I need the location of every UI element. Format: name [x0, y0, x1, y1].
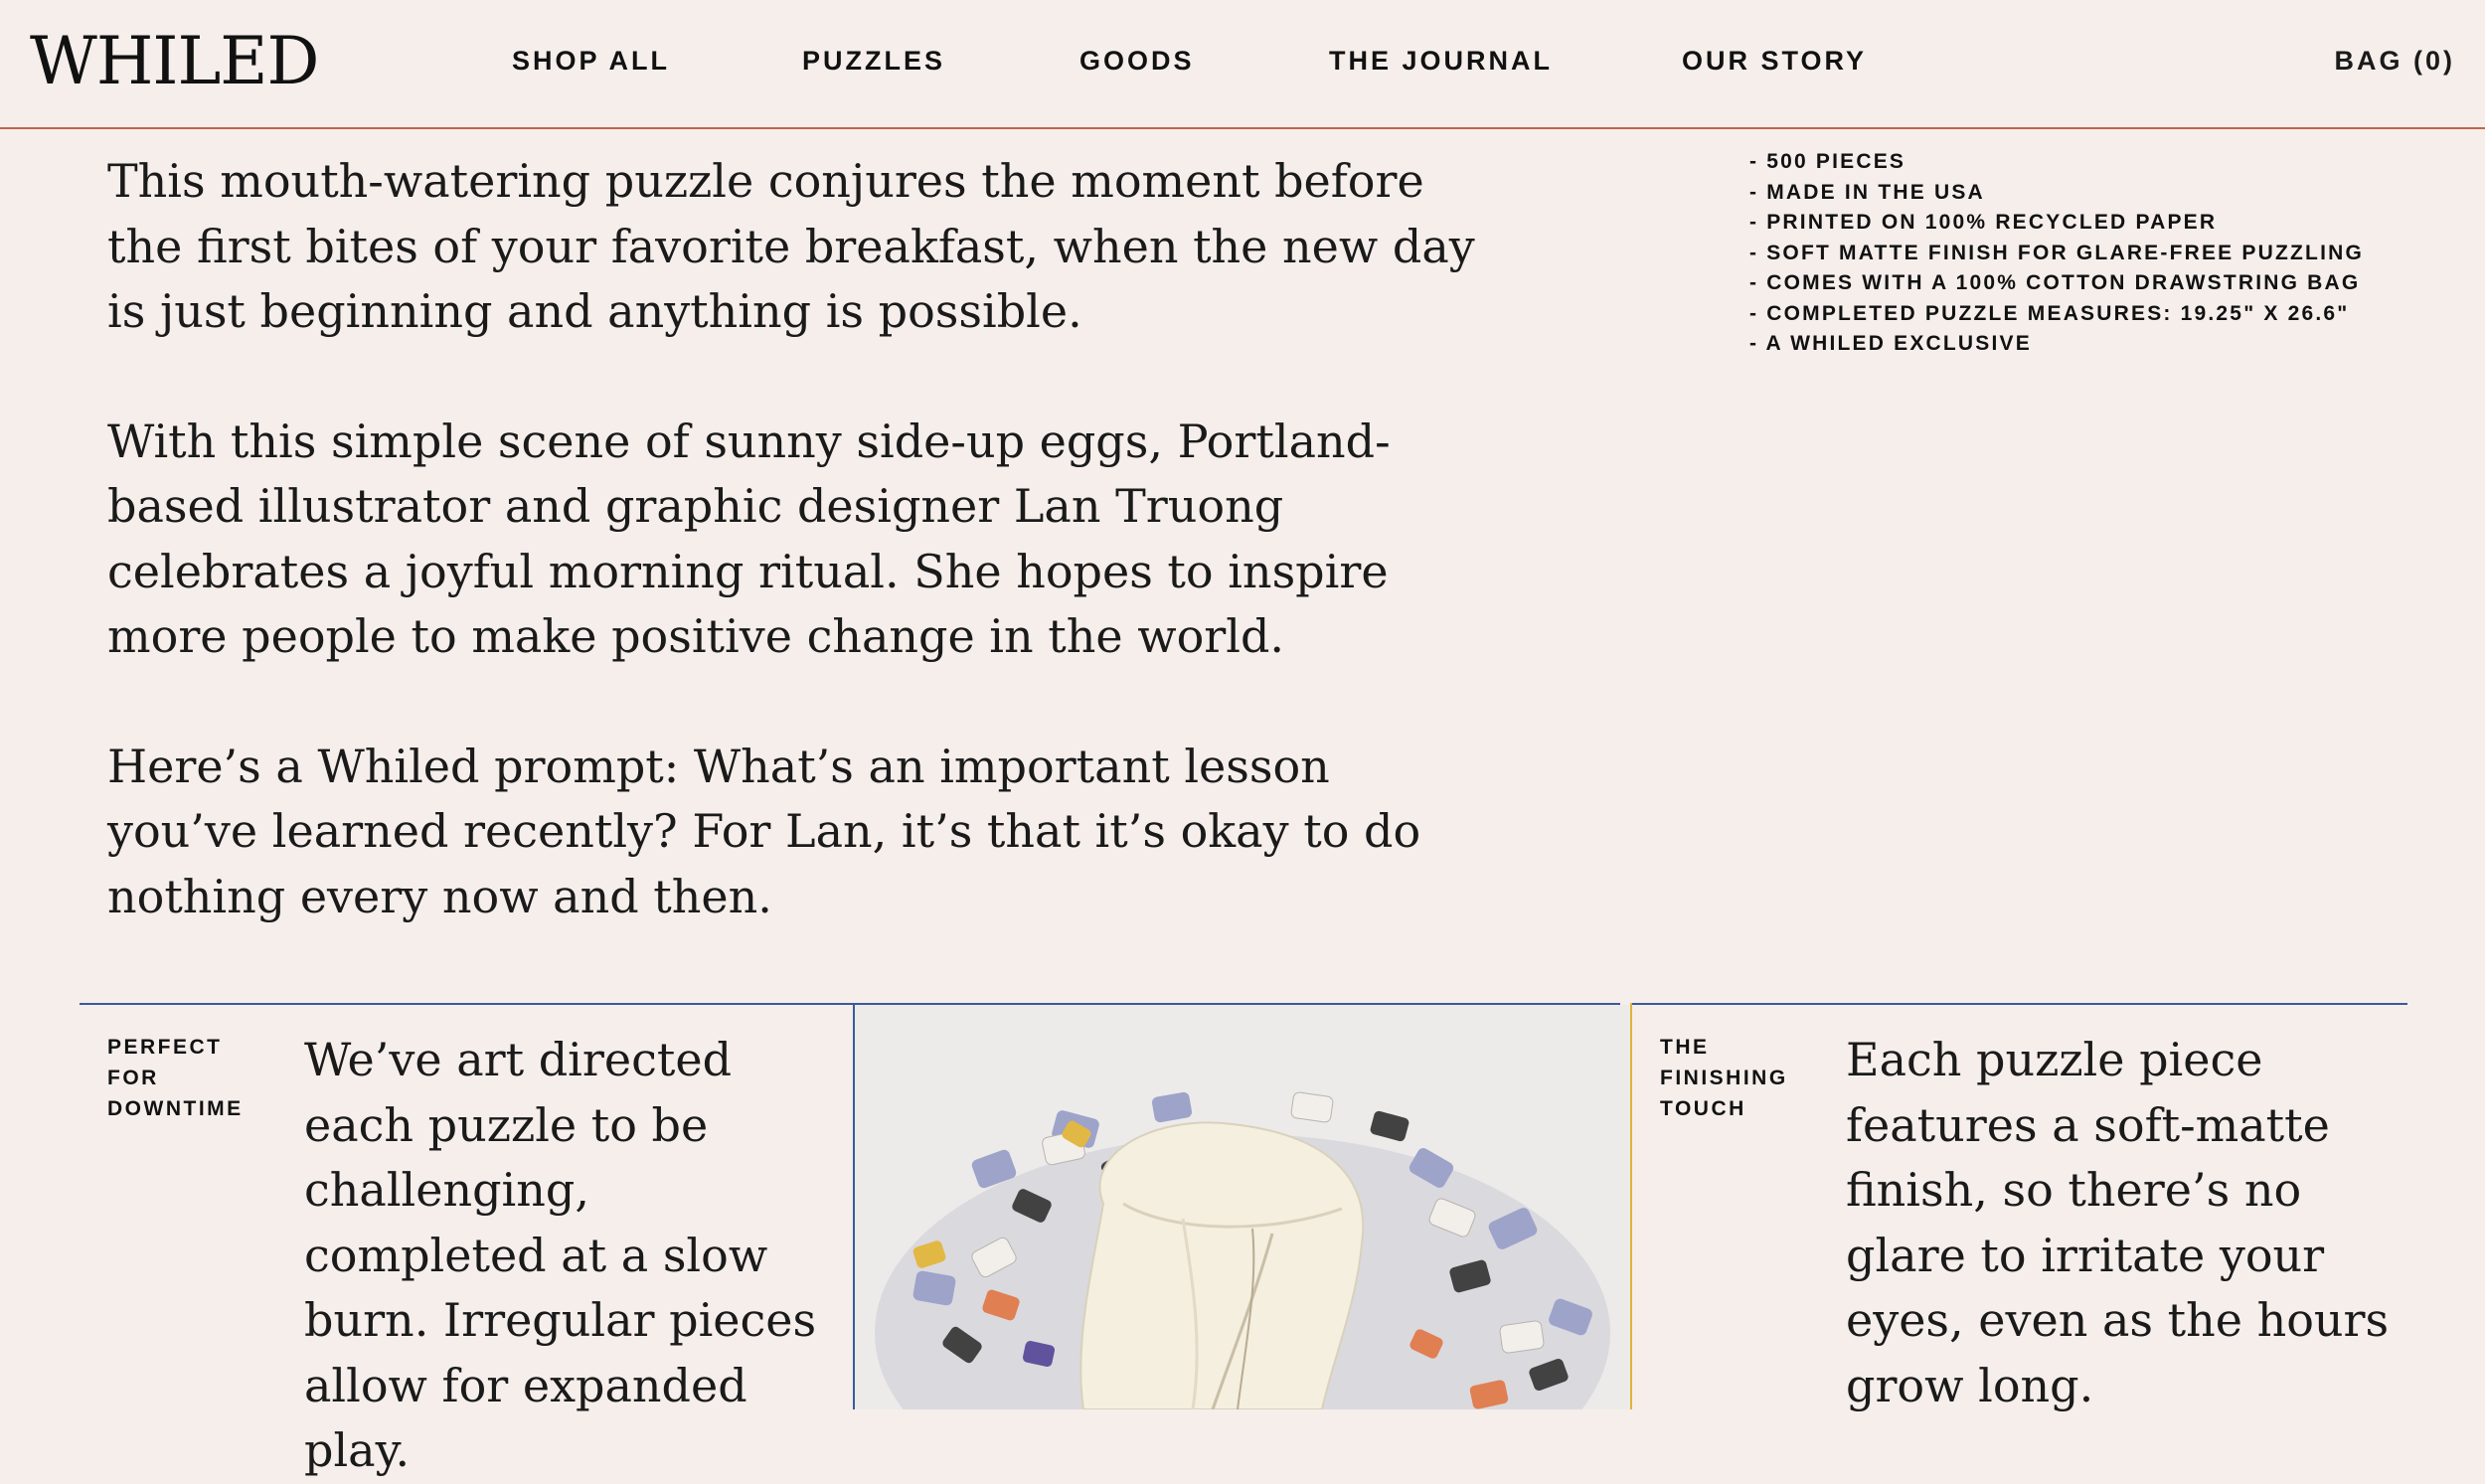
feature-item: - A WHILED EXCLUSIVE	[1749, 332, 2032, 355]
label-line: PERFECT	[107, 1036, 223, 1059]
product-description: This mouth-watering puzzle conjures the …	[107, 149, 1479, 994]
nav-shop-all[interactable]: SHOP ALL	[512, 44, 670, 78]
product-features-list: - 500 PIECES - MADE IN THE USA - PRINTED…	[1749, 147, 2445, 360]
label-line: THE	[1660, 1036, 1710, 1059]
downtime-text: We’ve art directed each puzzle to be cha…	[304, 1033, 817, 1477]
perfect-for-downtime-label: PERFECT FOR DOWNTIME	[107, 1032, 244, 1124]
site-header: WHILED SHOP ALL PUZZLES GOODS THE JOURNA…	[0, 0, 2485, 129]
nav-our-story[interactable]: OUR STORY	[1682, 44, 1867, 78]
feature-item: - 500 PIECES	[1749, 150, 1906, 173]
finishing-touch-text: Each puzzle piece features a soft-matte …	[1846, 1033, 2390, 1412]
nav-goods[interactable]: GOODS	[1079, 44, 1195, 78]
puzzle-pile-illustration	[855, 1005, 1630, 1409]
section-divider	[1630, 1003, 2407, 1005]
label-line: DOWNTIME	[107, 1097, 244, 1120]
nav-puzzles[interactable]: PUZZLES	[802, 44, 945, 78]
product-photo-puzzle-pieces-bag	[855, 1005, 1630, 1409]
description-paragraph: Here’s a Whiled prompt: What’s an import…	[107, 739, 1421, 923]
bag-button[interactable]: BAG (0)	[2335, 44, 2456, 78]
feature-item: - COMPLETED PUZZLE MEASURES: 19.25" X 26…	[1749, 301, 2350, 325]
description-paragraph: With this simple scene of sunny side-up …	[107, 413, 1391, 664]
finishing-touch-label: THE FINISHING TOUCH	[1660, 1032, 1788, 1124]
feature-item: - PRINTED ON 100% RECYCLED PAPER	[1749, 211, 2218, 234]
column-divider	[1630, 1003, 1632, 1409]
label-line: FINISHING	[1660, 1067, 1788, 1089]
description-paragraph: This mouth-watering puzzle conjures the …	[107, 154, 1475, 338]
brand-logo[interactable]: WHILED	[30, 22, 319, 101]
label-line: FOR	[107, 1067, 159, 1089]
feature-item: - MADE IN THE USA	[1749, 180, 1985, 204]
nav-the-journal[interactable]: THE JOURNAL	[1329, 44, 1553, 78]
feature-item: - SOFT MATTE FINISH FOR GLARE-FREE PUZZL…	[1749, 241, 2365, 264]
label-line: TOUCH	[1660, 1097, 1746, 1120]
feature-item: - COMES WITH A 100% COTTON DRAWSTRING BA…	[1749, 271, 2361, 294]
